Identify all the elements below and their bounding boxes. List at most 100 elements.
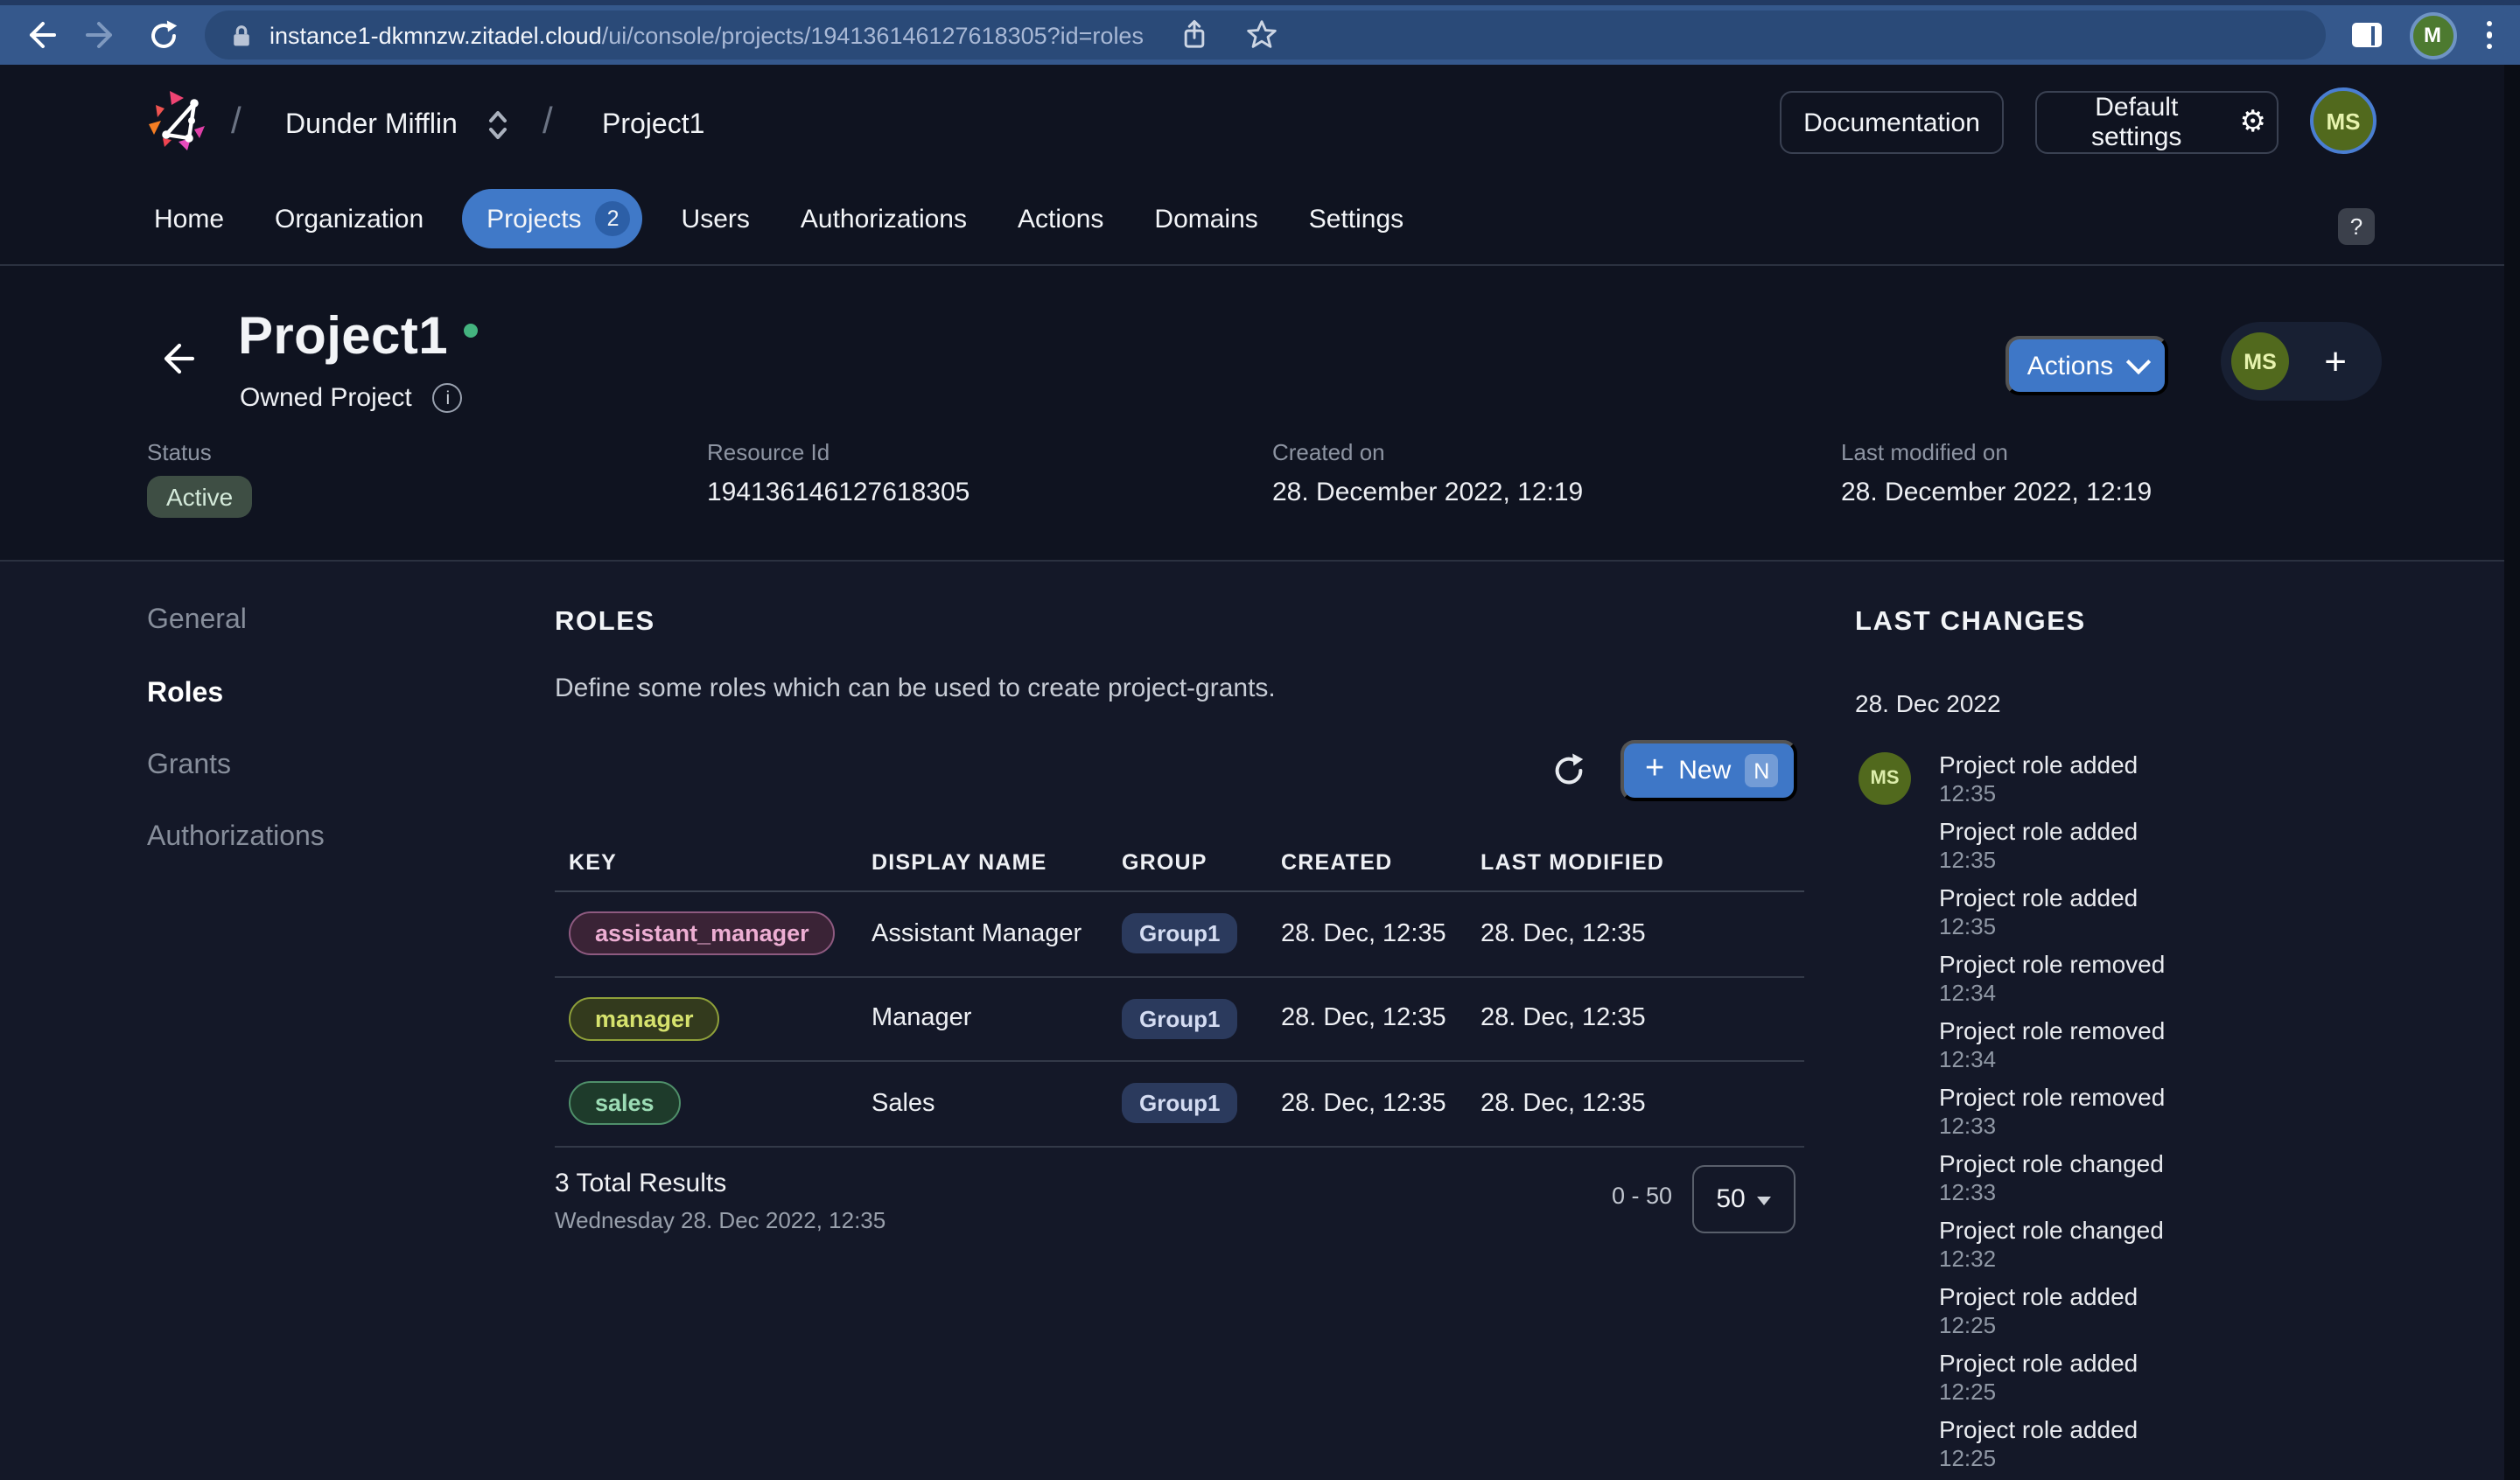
tab-settings[interactable]: Settings: [1309, 204, 1404, 234]
breadcrumb-project[interactable]: Project1: [602, 110, 704, 142]
browser-profile-initial: M: [2424, 23, 2441, 47]
role-created: 28. Dec, 12:35: [1281, 1005, 1480, 1033]
role-key-chip: assistant_manager: [569, 912, 836, 956]
tab-actions[interactable]: Actions: [1018, 204, 1103, 234]
change-item[interactable]: Project role changed12:33: [1939, 1149, 2165, 1216]
meta-resource-id: Resource Id 194136146127618305: [707, 439, 970, 507]
role-display-name: Sales: [872, 1090, 1122, 1118]
table-row[interactable]: sales Sales Group1 28. Dec, 12:35 28. De…: [555, 1062, 1804, 1147]
tab-organization[interactable]: Organization: [275, 204, 424, 234]
share-icon[interactable]: [1180, 19, 1210, 51]
change-item[interactable]: Project role changed12:32: [1939, 1216, 2165, 1282]
modified-value: 28. December 2022, 12:19: [1841, 478, 2152, 507]
col-last-modified: LAST MODIFIED: [1480, 849, 1804, 874]
role-created: 28. Dec, 12:35: [1281, 920, 1480, 948]
meta-status: Status Active: [147, 439, 252, 518]
created-value: 28. December 2022, 12:19: [1272, 478, 1583, 507]
browser-forward-icon[interactable]: [82, 16, 121, 54]
change-item[interactable]: Project role added12:35: [1939, 817, 2165, 883]
change-item[interactable]: Project role added12:25: [1939, 1349, 2165, 1415]
roles-title: ROLES: [555, 607, 655, 639]
changes-list: Project role added12:35 Project role add…: [1939, 750, 2165, 1480]
new-role-button[interactable]: + New N: [1620, 740, 1797, 801]
change-item[interactable]: Project role added12:25: [1939, 1415, 2165, 1480]
help-button[interactable]: ?: [2338, 208, 2375, 245]
default-settings-label: Default settings: [2048, 93, 2226, 152]
owner-avatar[interactable]: MS: [2231, 332, 2289, 390]
browser-refresh-icon[interactable]: [144, 16, 182, 54]
sidebar-item-grants[interactable]: Grants: [147, 750, 231, 782]
browser-toolbar: instance1-dkmnzw.zitadel.cloud/ui/consol…: [0, 0, 2520, 65]
stage: instance1-dkmnzw.zitadel.cloud/ui/consol…: [0, 0, 2520, 1480]
back-arrow-icon[interactable]: [158, 339, 196, 378]
sidebar-item-authorizations[interactable]: Authorizations: [147, 822, 325, 854]
screen: instance1-dkmnzw.zitadel.cloud/ui/consol…: [0, 0, 2520, 1480]
tab-domains[interactable]: Domains: [1154, 204, 1257, 234]
changes-avatar: MS: [1858, 752, 1911, 805]
bookmark-star-icon[interactable]: [1247, 19, 1278, 51]
roles-description: Define some roles which can be used to c…: [555, 674, 1276, 703]
page-size-select[interactable]: 50: [1692, 1165, 1796, 1233]
browser-back-icon[interactable]: [21, 16, 60, 54]
documentation-label: Documentation: [1803, 108, 1980, 137]
change-item[interactable]: Project role added12:35: [1939, 750, 2165, 817]
add-member-icon[interactable]: +: [2324, 342, 2361, 380]
browser-menu-icon[interactable]: [2479, 21, 2499, 50]
address-bar[interactable]: instance1-dkmnzw.zitadel.cloud/ui/consol…: [205, 10, 2325, 59]
url-text: instance1-dkmnzw.zitadel.cloud/ui/consol…: [270, 22, 1144, 48]
tab-users[interactable]: Users: [682, 204, 750, 234]
sidebar-item-general[interactable]: General: [147, 605, 247, 637]
role-modified: 28. Dec, 12:35: [1480, 1005, 1804, 1033]
table-row[interactable]: assistant_manager Assistant Manager Grou…: [555, 892, 1804, 977]
role-created: 28. Dec, 12:35: [1281, 1090, 1480, 1118]
col-key: KEY: [555, 849, 872, 874]
tab-home[interactable]: Home: [154, 204, 224, 234]
total-results: 3 Total Results: [555, 1169, 726, 1198]
refresh-icon[interactable]: [1547, 749, 1589, 791]
side-panel-icon[interactable]: [2348, 16, 2386, 54]
change-item[interactable]: Project role added12:25: [1939, 1282, 2165, 1349]
browser-profile-avatar[interactable]: M: [2409, 11, 2456, 59]
meta-modified: Last modified on 28. December 2022, 12:1…: [1841, 439, 2152, 507]
projects-count-badge: 2: [596, 201, 631, 236]
col-group: GROUP: [1122, 849, 1281, 874]
col-created: CREATED: [1281, 849, 1480, 874]
role-key-chip: sales: [569, 1082, 681, 1126]
pagination-range: 0 - 50: [1612, 1183, 1672, 1209]
actions-button[interactable]: Actions: [2006, 336, 2168, 395]
documentation-button[interactable]: Documentation: [1780, 91, 2004, 154]
change-item[interactable]: Project role removed12:34: [1939, 1016, 2165, 1083]
org-switcher-icon[interactable]: [486, 108, 509, 142]
tab-projects[interactable]: Projects 2: [462, 189, 642, 248]
zitadel-logo-icon[interactable]: [147, 87, 212, 154]
role-group-chip: Group1: [1122, 1084, 1237, 1124]
role-display-name: Manager: [872, 1005, 1122, 1033]
chevron-down-icon: [2125, 350, 2150, 374]
info-icon[interactable]: i: [433, 383, 463, 413]
scrollbar[interactable]: [2504, 65, 2520, 1480]
change-item[interactable]: Project role removed12:33: [1939, 1083, 2165, 1149]
sidebar-item-roles[interactable]: Roles: [147, 679, 223, 710]
main-nav: Home Organization Projects 2 Users Autho…: [154, 189, 1404, 248]
user-avatar[interactable]: MS: [2310, 87, 2376, 154]
change-item[interactable]: Project role removed12:34: [1939, 950, 2165, 1016]
shortcut-badge: N: [1745, 754, 1778, 787]
caret-down-icon: [1758, 1197, 1772, 1205]
total-results-date: Wednesday 28. Dec 2022, 12:35: [555, 1207, 886, 1233]
role-modified: 28. Dec, 12:35: [1480, 920, 1804, 948]
gear-icon: ⚙: [2240, 108, 2267, 137]
owner-pill: MS +: [2221, 322, 2382, 401]
meta-divider: [0, 560, 2520, 562]
lock-icon: [229, 22, 254, 48]
change-item[interactable]: Project role added12:35: [1939, 883, 2165, 950]
status-badge: Active: [147, 476, 252, 518]
new-role-label: New: [1678, 756, 1731, 785]
table-row[interactable]: manager Manager Group1 28. Dec, 12:35 28…: [555, 977, 1804, 1062]
breadcrumb-org[interactable]: Dunder Mifflin: [285, 110, 458, 142]
default-settings-button[interactable]: Default settings ⚙: [2035, 91, 2278, 154]
tab-authorizations[interactable]: Authorizations: [801, 204, 967, 234]
modified-label: Last modified on: [1841, 439, 2152, 465]
role-group-chip: Group1: [1122, 999, 1237, 1039]
created-label: Created on: [1272, 439, 1583, 465]
page-title: Project1: [238, 308, 478, 367]
